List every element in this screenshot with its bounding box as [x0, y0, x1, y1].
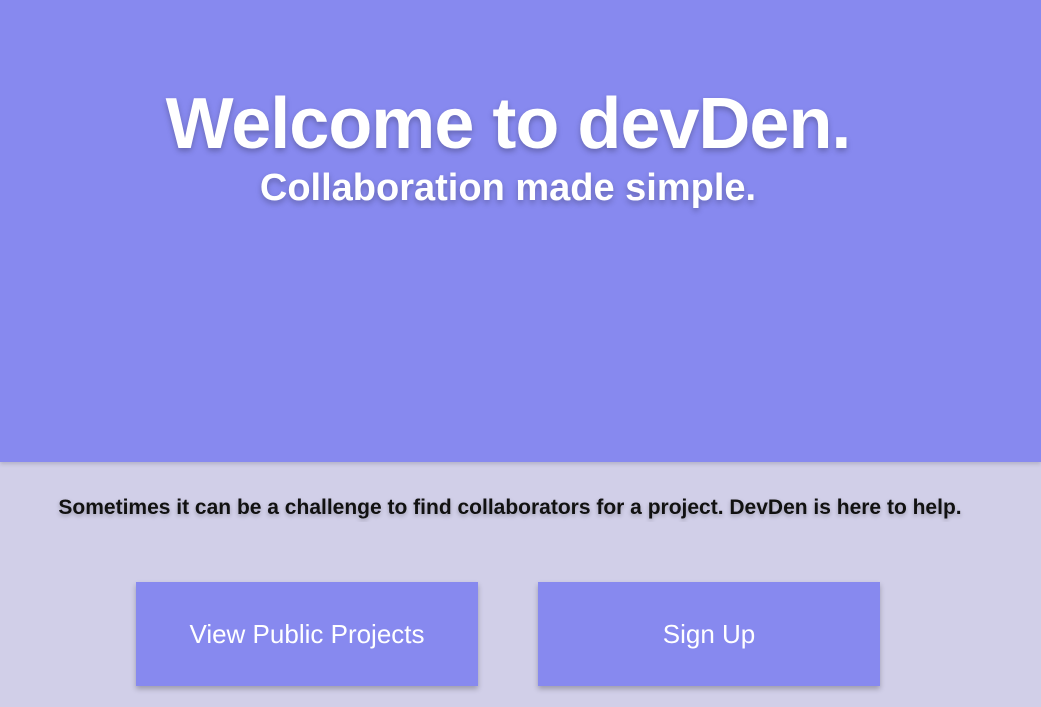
tagline-text: Sometimes it can be a challenge to find …: [58, 496, 962, 519]
hero-subtitle: Collaboration made simple.: [259, 167, 757, 209]
view-public-projects-button[interactable]: View Public Projects: [136, 582, 478, 686]
hero-banner: Welcome to devDen. Collaboration made si…: [0, 0, 1041, 462]
hero-title: Welcome to devDen.: [165, 84, 852, 164]
sign-up-button[interactable]: Sign Up: [538, 582, 880, 686]
